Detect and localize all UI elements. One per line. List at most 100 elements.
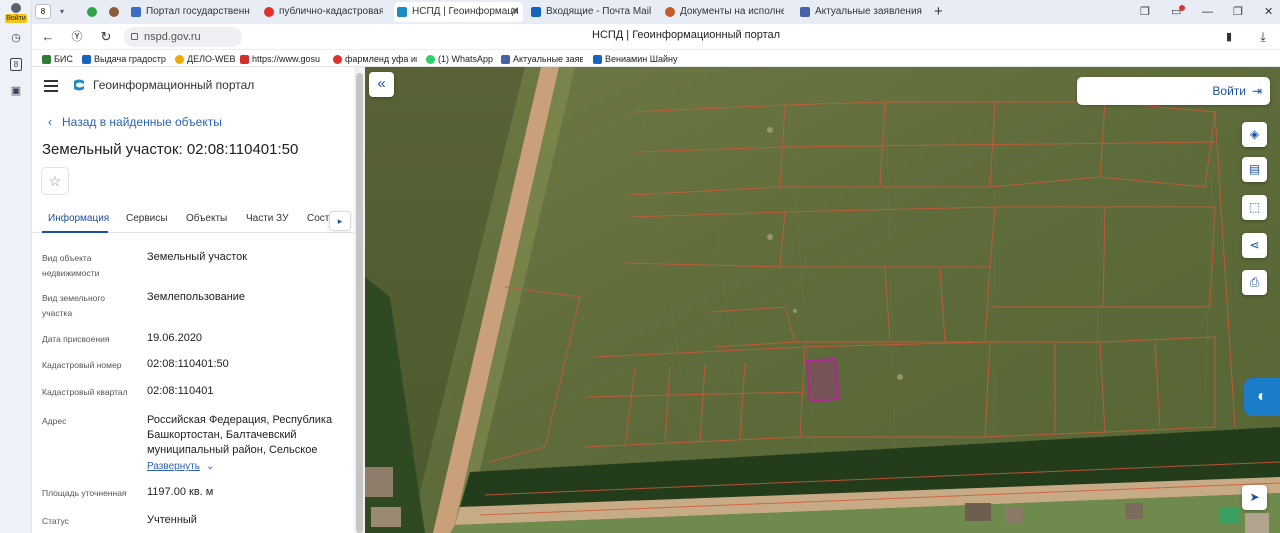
favorite-star-icon[interactable]: ☆	[41, 167, 69, 195]
tab-information[interactable]: Информация	[48, 213, 109, 224]
tabs-next-arrow-icon[interactable]: ▸	[329, 211, 351, 231]
tab-parts[interactable]: Части ЗУ	[246, 213, 288, 224]
bookmark-label: ДЕЛО-WEB	[187, 54, 235, 64]
page-title: НСПД | Геоинформационный портал	[592, 29, 781, 41]
bookmark-favicon	[175, 55, 184, 64]
bookmark-item[interactable]: https://www.gosu	[240, 52, 324, 66]
tab-label: Входящие - Почта Mail	[546, 6, 652, 17]
field-label: Адрес	[42, 416, 67, 426]
portal-logo-icon	[74, 79, 84, 91]
notifications-icon[interactable]: ▭	[1171, 2, 1185, 22]
pinned-tab-icon	[87, 7, 97, 17]
pinned-tab[interactable]	[84, 2, 102, 22]
pinned-tab[interactable]	[106, 2, 124, 22]
support-chat-icon[interactable]: ◐	[1244, 378, 1280, 416]
bookmark-favicon	[333, 55, 342, 64]
expand-label: Развернуть	[147, 461, 201, 472]
field-label: Статус	[42, 516, 69, 526]
bookmark-item[interactable]: фармленд уфа ин	[333, 52, 417, 66]
field-value: 19.06.2020	[147, 332, 203, 344]
tab[interactable]: Портал государственных	[128, 2, 250, 22]
print-icon[interactable]: ⎙	[1242, 270, 1267, 295]
login-arrow-icon: ⇥	[1251, 84, 1262, 98]
pinned-tab-icon	[109, 7, 119, 17]
select-area-icon[interactable]: ⬚	[1242, 195, 1267, 220]
restore-icon[interactable]: ❐	[1233, 2, 1243, 22]
reload-icon[interactable]: ↻	[97, 28, 115, 46]
address-bar: ← Ⓨ ↻ nspd.gov.ru НСПД | Геоинформационн…	[32, 24, 1280, 50]
download-icon[interactable]: ⤓	[1254, 28, 1272, 46]
login-label: Войти	[1212, 84, 1246, 98]
expand-address-link[interactable]: Развернуть ⌄	[147, 461, 214, 472]
field-label: Кадастровый номер	[42, 360, 122, 370]
tab-favicon	[531, 7, 541, 17]
close-window-icon[interactable]: ✕	[1264, 2, 1273, 22]
share-icon[interactable]: ⋖	[1242, 233, 1267, 258]
tab-favicon	[264, 7, 274, 17]
ruler-icon[interactable]: ▤	[1242, 157, 1267, 182]
bookmark-favicon	[426, 55, 435, 64]
bookmark-favicon	[82, 55, 91, 64]
bookmark-favicon	[42, 55, 51, 64]
chevron-down-icon: ⌄	[206, 461, 215, 472]
collections-icon[interactable]: ❐	[1140, 2, 1150, 22]
field-label: Дата присвоения	[42, 334, 110, 344]
bookmark-item[interactable]: Выдача градостр	[82, 52, 166, 66]
bookmark-item[interactable]: Актуальные заяв	[501, 52, 583, 66]
back-link-label: Назад в найденные объекты	[62, 115, 222, 129]
selected-parcel[interactable]	[805, 357, 841, 403]
bookmark-item[interactable]: (1) WhatsApp	[426, 52, 496, 66]
tab-active[interactable]: НСПД | Геоинформаци ✕	[394, 2, 523, 22]
bookmarks-bar: БИС Выдача градостр ДЕЛО-WEB https://www…	[32, 50, 1280, 67]
field-row: Адрес Российская Федерация, Республика Б…	[42, 414, 352, 459]
tab[interactable]: Актуальные заявления	[797, 2, 925, 22]
collapse-panel-icon[interactable]: «	[369, 72, 394, 97]
bookmark-item[interactable]: Вениамин Шайну	[593, 52, 679, 66]
back-arrow-icon[interactable]: ←	[39, 28, 57, 46]
new-tab-icon[interactable]: +	[934, 2, 943, 22]
tab[interactable]: Документы на исполнен	[662, 2, 784, 22]
back-to-results-link[interactable]: ‹ Назад в найденные объекты	[48, 115, 222, 129]
field-value: Землепользование	[147, 291, 246, 303]
profile-label: Войти	[5, 14, 27, 23]
tab-count-icon[interactable]: 8	[7, 55, 25, 73]
layers-icon[interactable]: ◈	[1242, 122, 1267, 147]
tab-label: НСПД | Геоинформаци	[412, 6, 519, 17]
panel-scrollbar[interactable]	[354, 67, 365, 533]
field-value: 1197.00 кв. м	[147, 486, 214, 498]
tab[interactable]: публично-кадастровая ка	[261, 2, 383, 22]
profile-avatar[interactable]: Войти	[5, 3, 27, 23]
tab-objects[interactable]: Объекты	[186, 213, 227, 224]
bookmark-icon[interactable]: ▮	[1220, 28, 1238, 46]
history-icon[interactable]: ◷	[7, 29, 25, 47]
field-label: Кадастровый квартал	[42, 387, 128, 397]
field-label: Вид объекта недвижимости	[42, 253, 100, 278]
object-tabs: Информация Сервисы Объекты Части ЗУ Сост…	[32, 207, 354, 233]
bookmark-item[interactable]: ДЕЛО-WEB	[175, 52, 235, 66]
tab-label: Актуальные заявления	[815, 6, 922, 17]
yandex-icon[interactable]: Ⓨ	[68, 28, 86, 46]
bookmark-label: https://www.gosu	[252, 54, 321, 64]
field-value: Российская Федерация, Республика Башкорт…	[147, 414, 333, 456]
tab[interactable]: Входящие - Почта Mail	[528, 2, 656, 22]
tab-strip: 8 ▾ Портал государственных публично-када…	[32, 0, 1280, 24]
minimize-icon[interactable]: —	[1202, 2, 1213, 22]
field-label: Вид земельного участка	[42, 293, 106, 318]
tab-list-dropdown-icon[interactable]: ▾	[55, 4, 69, 19]
scrollbar-thumb[interactable]	[356, 73, 363, 533]
bookmark-item[interactable]: БИС	[42, 52, 82, 66]
menu-icon[interactable]	[44, 80, 58, 92]
bookmark-label: Вениамин Шайну	[605, 54, 678, 64]
close-tab-icon[interactable]: ✕	[511, 2, 519, 22]
browser-side-rail: Войти ◷ 8 ▣	[0, 0, 32, 533]
locate-icon[interactable]: ➤	[1242, 485, 1267, 510]
tab-count-button[interactable]: 8	[35, 4, 51, 19]
url-field[interactable]: nspd.gov.ru	[124, 27, 242, 47]
login-button[interactable]: Войти ⇥	[1077, 77, 1270, 105]
screenshot-icon[interactable]: ▣	[7, 82, 25, 100]
bookmark-favicon	[240, 55, 249, 64]
satellite-map[interactable]	[365, 67, 1280, 533]
map-view[interactable]: « Войти ⇥ ◈ ▤ ⬚ ⋖ ⎙ ◐ ➤	[365, 67, 1280, 533]
tab-services[interactable]: Сервисы	[126, 213, 167, 224]
lock-icon	[131, 33, 138, 40]
